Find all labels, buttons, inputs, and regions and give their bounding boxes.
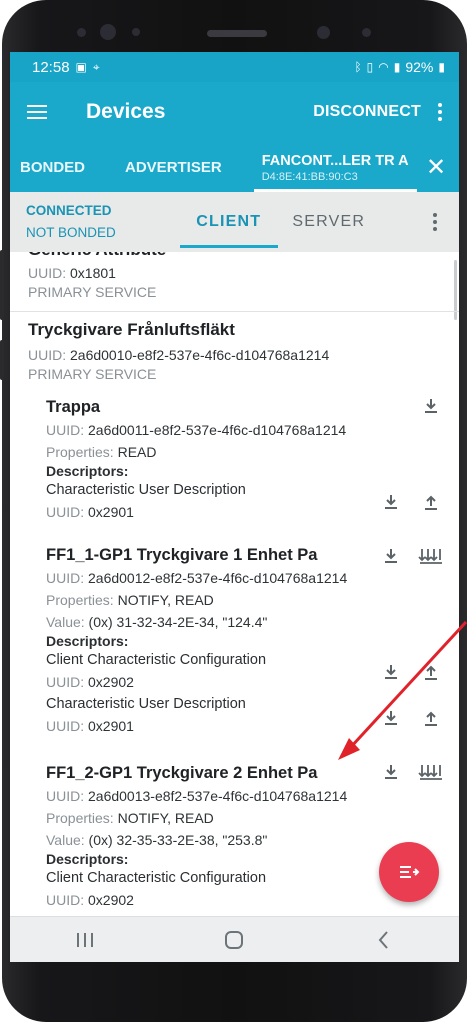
bond-state: NOT BONDED <box>26 225 116 240</box>
connection-status: CONNECTED NOT BONDED <box>26 200 116 244</box>
download-arrow-icon <box>385 665 397 679</box>
recents-button[interactable] <box>55 917 115 963</box>
close-icon: ✕ <box>425 153 447 181</box>
home-icon <box>225 930 244 949</box>
signal-icon: ▮ <box>393 60 401 74</box>
connection-overflow-button[interactable] <box>417 192 453 252</box>
descriptors-label: Descriptors: <box>46 633 129 649</box>
more-vert-icon <box>438 103 442 107</box>
descriptors-label: Descriptors: <box>46 463 129 479</box>
upload-arrow-icon <box>425 495 437 510</box>
characteristic-properties: Properties: NOTIFY, READ <box>46 810 214 826</box>
menu-button[interactable] <box>10 82 64 142</box>
sensor-dot <box>132 28 140 36</box>
system-navigation-bar <box>10 916 459 962</box>
read-descriptor-button[interactable] <box>379 490 403 514</box>
notify-multi-arrow-icon <box>418 549 442 564</box>
disconnect-button[interactable]: DISCONNECT <box>313 103 421 121</box>
connection-state: CONNECTED <box>26 203 112 218</box>
notify-characteristic-button[interactable] <box>417 544 445 568</box>
download-arrow-icon <box>385 495 397 509</box>
notify-multi-arrow-icon <box>418 765 442 780</box>
characteristic-uuid: UUID: 2a6d0011-e8f2-537e-4f6c-d104768a12… <box>46 422 347 438</box>
macro-list-icon <box>400 866 420 878</box>
vibrate-icon: ▯ <box>366 60 374 74</box>
sensor-dot <box>362 28 371 37</box>
app-title: Devices <box>86 100 166 123</box>
bluetooth-icon: ᛒ <box>354 60 362 74</box>
app-bar: Devices DISCONNECT <box>10 82 459 142</box>
earpiece-speaker <box>207 30 267 37</box>
device-tab-address: D4:8E:41:BB:90:C3 <box>261 171 358 183</box>
read-characteristic-button[interactable] <box>379 760 403 784</box>
divider <box>10 311 459 312</box>
clock: 12:58 <box>32 58 70 76</box>
phone-top-bezel <box>2 0 467 52</box>
bixby-button <box>0 340 4 380</box>
front-camera <box>100 24 116 40</box>
more-vert-icon <box>433 213 437 217</box>
characteristic-uuid: UUID: 2a6d0012-e8f2-537e-4f6c-d104768a12… <box>46 570 348 586</box>
service-type: PRIMARY SERVICE <box>28 284 157 300</box>
device-tab-bar: BONDED ADVERTISER FANCONT...LER TR A D4:… <box>10 142 459 192</box>
service-name: Generic Attribute <box>28 252 448 260</box>
battery-icon: ▮ <box>438 60 445 74</box>
overflow-menu-button[interactable] <box>421 82 459 142</box>
front-camera-2 <box>317 26 330 39</box>
tab-client[interactable]: CLIENT <box>179 192 278 252</box>
gallery-notification-icon: ▣ <box>75 60 87 74</box>
write-descriptor-button[interactable] <box>419 706 443 730</box>
upload-arrow-icon <box>425 665 437 680</box>
write-descriptor-button[interactable] <box>419 660 443 684</box>
tab-server[interactable]: SERVER <box>284 192 374 252</box>
service-item[interactable]: Generic Attribute UUID: 0x1801 PRIMARY S… <box>28 252 448 300</box>
characteristic-value: Value: (0x) 32-35-33-2E-38, "253.8" <box>46 832 268 848</box>
sensor-dot <box>77 28 86 37</box>
connection-bar: CONNECTED NOT BONDED CLIENT SERVER <box>10 192 459 252</box>
home-button[interactable] <box>204 917 264 963</box>
screen: 12:58 ▣ ⌖ ᛒ ▯ ◠ ▮ 92% ▮ Devices DISCONNE… <box>10 52 459 962</box>
location-icon: ⌖ <box>92 60 100 74</box>
write-descriptor-button[interactable] <box>419 490 443 514</box>
battery-percent: 92% <box>405 59 434 75</box>
services-list[interactable]: Generic Attribute UUID: 0x1801 PRIMARY S… <box>10 252 459 916</box>
read-descriptor-button[interactable] <box>379 660 403 684</box>
characteristic-properties: Properties: NOTIFY, READ <box>46 592 214 608</box>
recents-icon <box>76 932 93 947</box>
macro-fab-button[interactable] <box>379 842 439 902</box>
tab-connected-device[interactable]: FANCONT...LER TR A D4:8E:41:BB:90:C3 <box>253 142 417 192</box>
read-descriptor-button[interactable] <box>379 706 403 730</box>
volume-button <box>0 250 4 320</box>
characteristic-uuid: UUID: 2a6d0013-e8f2-537e-4f6c-d104768a12… <box>46 788 348 804</box>
upload-arrow-icon <box>425 711 437 726</box>
download-arrow-icon <box>385 765 397 779</box>
tab-bonded[interactable]: BONDED <box>20 142 85 192</box>
service-name: Tryckgivare Frånluftsfläkt <box>28 320 235 339</box>
notify-characteristic-button[interactable] <box>417 760 445 784</box>
service-uuid: UUID: 0x1801 <box>28 265 116 281</box>
tab-indicator <box>179 245 278 248</box>
device-tab-title: FANCONT...LER TR A <box>261 153 409 169</box>
status-bar: 12:58 ▣ ⌖ ᛒ ▯ ◠ ▮ 92% ▮ <box>10 52 459 82</box>
read-characteristic-button[interactable] <box>419 394 443 418</box>
wifi-icon: ◠ <box>378 60 389 74</box>
characteristic-properties: Properties: READ <box>46 444 157 460</box>
back-button[interactable] <box>354 917 414 963</box>
read-characteristic-button[interactable] <box>379 544 403 568</box>
characteristic-name: Trappa <box>46 398 101 416</box>
download-arrow-icon <box>385 549 397 563</box>
characteristic-value: Value: (0x) 31-32-34-2E-34, "124.4" <box>46 614 268 630</box>
service-uuid: UUID: 2a6d0010-e8f2-537e-4f6c-d104768a12… <box>28 347 330 363</box>
back-icon <box>378 930 388 949</box>
hamburger-menu-icon <box>27 105 47 119</box>
service-type: PRIMARY SERVICE <box>28 366 157 382</box>
tab-advertiser[interactable]: ADVERTISER <box>125 142 222 192</box>
download-arrow-icon <box>385 711 397 725</box>
download-arrow-icon <box>425 399 437 413</box>
service-item[interactable]: Tryckgivare Frånluftsfläkt UUID: 2a6d001… <box>28 320 448 382</box>
close-device-tab-button[interactable]: ✕ <box>413 142 459 192</box>
